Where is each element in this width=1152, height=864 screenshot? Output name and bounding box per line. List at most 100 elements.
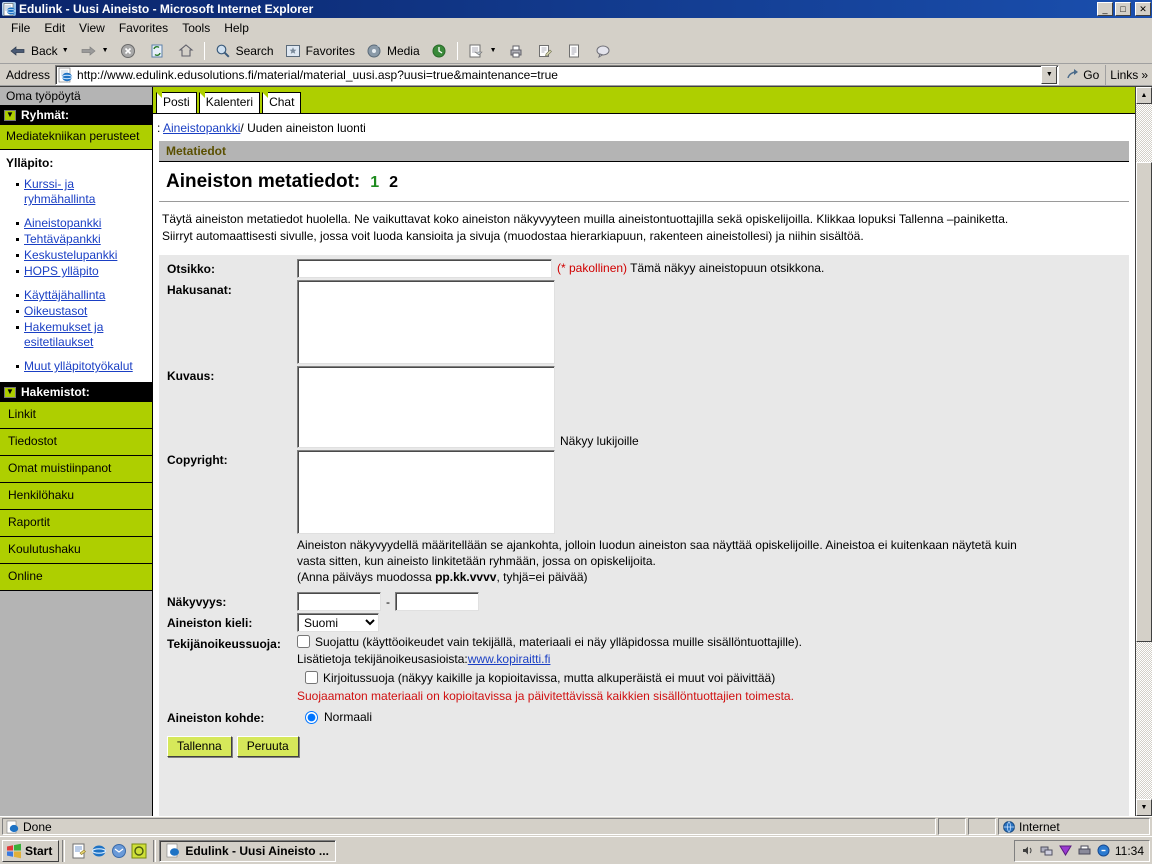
sidebar-item-raportit[interactable]: Raportit (0, 510, 152, 537)
breadcrumb-separator: / (240, 121, 244, 135)
sidebar-section-directories[interactable]: ▼ Hakemistot: (0, 383, 152, 402)
menu-item-favorites[interactable]: Favorites (112, 19, 175, 37)
sidebar-link-hakemukset[interactable]: Hakemukset ja esitetilaukset (24, 320, 103, 349)
back-dropdown-icon[interactable]: ▼ (62, 47, 69, 54)
scroll-up-button[interactable]: ▲ (1136, 87, 1152, 104)
list-item[interactable]: HOPS ylläpito (16, 264, 146, 279)
visibility-note: Aineiston näkyvyydellä määritellään se a… (297, 534, 1017, 590)
list-item[interactable]: Käyttäjähallinta (16, 288, 146, 303)
tab-posti[interactable]: Posti (156, 92, 197, 113)
kopiraitti-link[interactable]: www.kopiraitti.fi (468, 652, 551, 666)
sidebar-link-kayttajahallinta[interactable]: Käyttäjähallinta (24, 288, 105, 302)
sidebar-link-muut[interactable]: Muut ylläpitotyökalut (24, 359, 133, 373)
field-row-kuvaus: Kuvaus: Näkyy lukijoille (159, 366, 1129, 448)
sidebar-link-keskustelupankki[interactable]: Keskustelupankki (24, 248, 117, 262)
list-item[interactable]: Hakemukset ja esitetilaukset (16, 320, 146, 350)
suojattu-checkbox[interactable] (297, 635, 310, 648)
breadcrumb-link-aineistopankki[interactable]: Aineistopankki (163, 121, 240, 135)
save-button[interactable]: Tallenna (167, 736, 232, 757)
sidebar-link-kurssi[interactable]: Kurssi- ja ryhmähallinta (24, 177, 95, 206)
tab-kalenteri[interactable]: Kalenteri (198, 92, 261, 113)
windows-logo-icon (7, 843, 21, 858)
sidebar-item-muistiinpanot[interactable]: Omat muistiinpanot (0, 456, 152, 483)
kohde-normaali-radio[interactable] (305, 710, 318, 724)
kuvaus-hint: Näkyy lukijoille (560, 434, 639, 448)
kirjoitussuoja-checkbox[interactable] (305, 671, 318, 684)
security-zone-label: Internet (1019, 819, 1060, 834)
scroll-down-button[interactable]: ▼ (1136, 799, 1152, 816)
window-title: Edulink - Uusi Aineisto - Microsoft Inte… (19, 2, 314, 16)
kirjoitussuoja-row: Kirjoitussuoja (näkyy kaikille ja kopioi… (297, 670, 775, 686)
sidebar-link-oikeustasot[interactable]: Oikeustasot (24, 304, 87, 318)
list-item[interactable]: Tehtäväpankki (16, 232, 146, 247)
stop-button[interactable] (114, 40, 142, 62)
mail-dropdown-icon[interactable]: ▼ (490, 47, 497, 54)
menu-item-tools[interactable]: Tools (175, 19, 217, 37)
scrollbar-thumb[interactable] (1136, 162, 1152, 642)
discuss-button[interactable] (589, 40, 617, 62)
home-button[interactable] (172, 40, 200, 62)
minimize-button[interactable]: _ (1097, 2, 1113, 16)
menu-item-file[interactable]: File (4, 19, 37, 37)
step-indicator-1[interactable]: 1 (370, 174, 379, 192)
refresh-button[interactable] (143, 40, 171, 62)
vertical-scrollbar[interactable]: ▲ ▼ (1135, 87, 1152, 816)
menu-item-view[interactable]: View (72, 19, 112, 37)
sidebar-link-aineistopankki[interactable]: Aineistopankki (24, 216, 101, 230)
edit-button[interactable] (531, 40, 559, 62)
go-button[interactable]: Go (1059, 67, 1105, 83)
kuvaus-textarea[interactable] (297, 366, 555, 448)
sidebar-item-group[interactable]: Mediatekniikan perusteet (0, 125, 152, 150)
sidebar-item-koulutushaku[interactable]: Koulutushaku (0, 537, 152, 564)
sidebar-item-henkilohaku[interactable]: Henkilöhaku (0, 483, 152, 510)
metadata-form: Otsikko: (* pakollinen) Tämä näkyy ainei… (159, 255, 1129, 816)
antivirus-icon (1058, 845, 1072, 856)
otsikko-input[interactable] (297, 259, 552, 278)
links-button[interactable]: Links » (1105, 64, 1152, 85)
back-button[interactable]: Back ▼ (4, 40, 73, 62)
sidebar-section-groups[interactable]: ▼ Ryhmät: (0, 106, 152, 125)
list-item[interactable]: Oikeustasot (16, 304, 146, 319)
list-item[interactable]: Muut ylläpitotyökalut (16, 359, 146, 374)
maximize-button[interactable]: □ (1115, 2, 1131, 16)
close-button[interactable]: ✕ (1135, 2, 1151, 16)
mail-button[interactable]: ▼ (462, 40, 501, 62)
sidebar-item-online[interactable]: Online (0, 564, 152, 591)
quick-launch (68, 842, 150, 860)
search-button[interactable]: Search (209, 40, 278, 62)
globe-icon (1003, 820, 1015, 833)
list-item[interactable]: Kurssi- ja ryhmähallinta (16, 177, 146, 207)
menu-item-edit[interactable]: Edit (37, 19, 72, 37)
menu-item-help[interactable]: Help (217, 19, 256, 37)
readmail-button[interactable] (560, 40, 588, 62)
ie-document-icon (2, 2, 16, 16)
hakusanat-textarea[interactable] (297, 280, 555, 364)
scrollbar-track[interactable] (1136, 104, 1152, 799)
address-input[interactable]: http://www.edulink.edusolutions.fi/mater… (55, 64, 1060, 85)
nakyvyys-to-input[interactable] (395, 592, 479, 611)
media-button[interactable]: Media (360, 40, 424, 62)
list-item[interactable]: Keskustelupankki (16, 248, 146, 263)
favorites-label: Favorites (305, 43, 355, 58)
step-indicator-2[interactable]: 2 (389, 174, 398, 192)
forward-dropdown-icon[interactable]: ▼ (102, 47, 109, 54)
status-pane-3 (968, 818, 996, 835)
sidebar-link-hops[interactable]: HOPS ylläpito (24, 264, 99, 278)
kieli-select[interactable]: Suomi (297, 613, 379, 632)
sidebar-item-tiedostot[interactable]: Tiedostot (0, 429, 152, 456)
tab-chat[interactable]: Chat (262, 92, 302, 113)
nakyvyys-from-input[interactable] (297, 592, 381, 611)
start-button[interactable]: Start (2, 839, 60, 862)
sidebar-link-tehtavapankki[interactable]: Tehtäväpankki (24, 232, 101, 246)
print-button[interactable] (502, 40, 530, 62)
address-dropdown-icon[interactable]: ▼ (1041, 65, 1058, 84)
history-button[interactable] (425, 40, 453, 62)
favorites-button[interactable]: Favorites (279, 40, 359, 62)
copyright-textarea[interactable] (297, 450, 555, 534)
taskbar-item-edulink[interactable]: Edulink - Uusi Aineisto ... (159, 839, 336, 862)
cancel-button[interactable]: Peruuta (236, 736, 299, 757)
forward-button[interactable]: ▼ (74, 40, 113, 62)
document-icon (568, 44, 579, 57)
list-item[interactable]: Aineistopankki (16, 216, 146, 231)
sidebar-item-linkit[interactable]: Linkit (0, 402, 152, 429)
